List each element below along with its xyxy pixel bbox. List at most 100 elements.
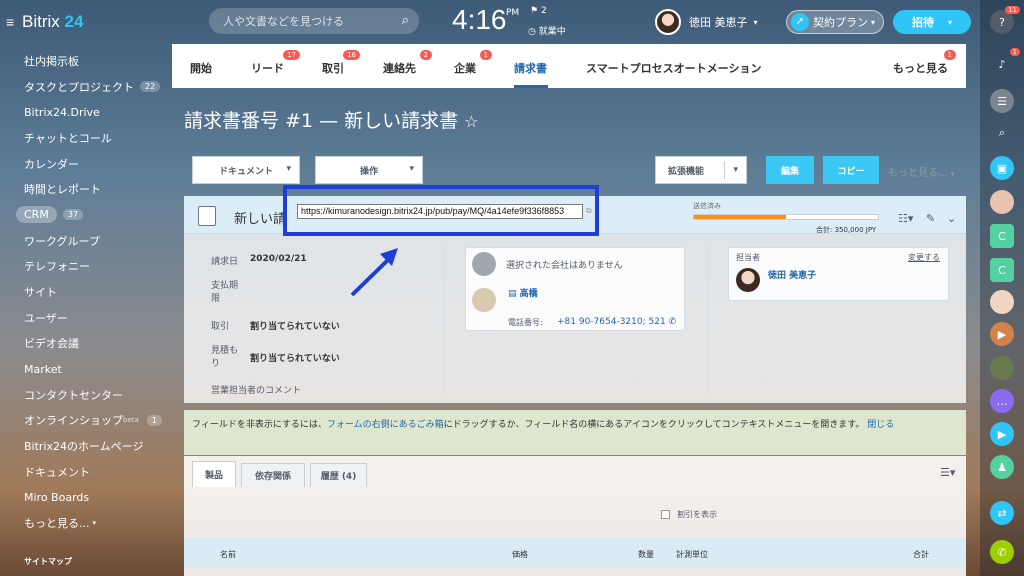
sidebar-item-crm[interactable]: CRM 37 [0,202,172,228]
sidebar-item-tasks[interactable]: タスクとプロジェクト 22 [0,74,172,100]
video-icon[interactable]: ▶ [990,322,1014,346]
sidebar-item-label: CRM [16,206,57,224]
hint-close-link[interactable]: 閉じる [867,420,894,430]
clock[interactable]: 4:16 [452,4,507,36]
tab-dependencies[interactable]: 依存関係 [241,463,305,487]
sidebar-item-label: Miro Boards [24,491,90,505]
sidebar-item-shop[interactable]: オンラインショップ beta 1 [0,408,172,434]
sidebar-item-label: カレンダー [24,157,79,171]
pin-icon[interactable]: ✎ [926,212,935,225]
bell-icon[interactable]: ♪ 1 [990,48,1020,76]
contact-name-link[interactable]: ▤ 高橋 [508,286,538,299]
tab-label: 企業 [454,62,476,75]
extensions-label: 拡張機能 [667,166,704,177]
show-discount-checkbox[interactable] [661,510,670,519]
tab-invoices[interactable]: 請求書 [514,60,547,76]
chevron-down-icon: ▾ [724,161,738,179]
help-badge: 11 [1005,6,1020,14]
camera-icon[interactable]: ▶ [990,422,1014,446]
sidebar-item-homepage[interactable]: Bitrix24のホームページ [0,433,172,459]
messages-icon[interactable]: ☰ [990,89,1014,113]
tab-more[interactable]: もっと見る 1 [893,50,956,76]
flag-counter[interactable]: ⚑ 2 [530,6,547,16]
contact-avatar-icon-3[interactable] [990,356,1014,380]
sidebar-item-time[interactable]: 時間とレポート [0,176,172,202]
sidebar-item-feed[interactable]: 社内掲示板 [0,48,172,74]
sidebar-item-calendar[interactable]: カレンダー [0,151,172,177]
sidebar-item-chat[interactable]: チャットとコール [0,125,172,151]
invoice-title[interactable]: 新しい請 [234,208,286,227]
clock-icon: ◷ [528,27,536,37]
field-value-quote[interactable]: 割り当てられていない [250,351,340,364]
hint-trash-link[interactable]: フォームの右側にあるごみ箱 [327,420,444,430]
edit-button[interactable]: 編集 [766,156,814,184]
sidebar-item-telephony[interactable]: テレフォニー [0,254,172,280]
contact-name: 高橋 [519,289,538,299]
tab-history[interactable]: 履歴 (4) [310,463,367,487]
field-label-comment: 営業担当者のコメント [211,386,302,396]
operation-dropdown[interactable]: 操作 ▾ [315,156,423,184]
user-menu[interactable]: 徳田 美恵子 ▾ [655,8,758,36]
column-total: 合計 [913,550,929,559]
logo[interactable]: ≡ Bitrix 24 [6,12,83,32]
invoice-document-icon [198,206,216,226]
help-icon[interactable]: ? 11 [990,6,1020,34]
search-icon[interactable]: ⌕ [402,13,409,28]
phone-icon[interactable]: ✆ [990,540,1014,564]
no-company-text: 選択された会社はありません [506,261,623,271]
tab-badge: 2 [419,50,432,60]
left-sidebar: 社内掲示板 タスクとプロジェクト 22 Bitrix24.Drive チャットとコ… [0,48,172,536]
change-responsible-link[interactable]: 変更する [908,252,940,263]
contact-avatar-icon[interactable] [990,190,1014,214]
phone-icon: ✆ [668,317,677,327]
extensions-dropdown[interactable]: 拡張機能 ▾ [655,156,747,184]
sidebar-item-market[interactable]: Market [0,356,172,382]
work-status[interactable]: ◷ 就業中 [528,24,566,37]
tab-contacts[interactable]: 連絡先 2 [383,50,432,76]
crm-chat-icon[interactable]: C [990,224,1014,248]
star-icon[interactable]: ☆ [464,112,478,131]
tab-leads[interactable]: リード 17 [251,50,300,76]
tab-deals[interactable]: 取引 16 [322,50,360,76]
sidebar-item-documents[interactable]: ドキュメント [0,459,172,485]
document-dropdown[interactable]: ドキュメント ▾ [192,156,300,184]
sidebar-item-sites[interactable]: サイト [0,279,172,305]
status-progress[interactable] [693,214,879,220]
tab-smart-process[interactable]: スマートプロセスオートメーション [586,60,761,76]
phone-number-link[interactable]: +81 90-7654-3210; 521 ✆ [557,317,676,327]
sidebar-item-workgroups[interactable]: ワークグループ [0,228,172,254]
product-settings-icon[interactable]: ☰▾ [940,466,955,479]
chat-icon[interactable]: … [990,389,1014,413]
menu-icon[interactable]: ≡ [6,14,18,30]
sidebar-item-contact-center[interactable]: コンタクトセンター [0,382,172,408]
tab-products[interactable]: 製品 [192,461,236,487]
sidebar-item-miro[interactable]: Miro Boards [0,485,172,511]
search-icon[interactable]: ⌕ [990,121,1014,145]
copy-button[interactable]: コピー [823,156,879,184]
sidebar-item-video[interactable]: ビデオ会議 [0,331,172,357]
invite-button[interactable]: 招待 ▾ [893,10,971,34]
tab-label: リード [251,62,284,75]
sitemap-link[interactable]: サイトマップ [24,556,72,567]
more-actions-link[interactable]: もっと見る... ▾ [888,164,954,179]
lock-icon[interactable]: ▣ [990,156,1014,180]
status-label: 送信済み [693,202,721,210]
search-input[interactable] [209,8,389,34]
responsible-name[interactable]: 徳田 美恵子 [768,268,816,281]
transfer-icon[interactable]: ⇄ [990,501,1014,525]
tab-companies[interactable]: 企業 1 [454,50,492,76]
sidebar-item-more[interactable]: もっと見る... ▾ [0,510,172,536]
tab-label: 開始 [190,62,212,75]
sidebar-item-drive[interactable]: Bitrix24.Drive [0,99,172,125]
sidebar-item-users[interactable]: ユーザー [0,305,172,331]
list-settings-icon[interactable]: ☷▾ [898,212,913,225]
tab-start[interactable]: 開始 [190,60,212,76]
collapse-icon[interactable]: ⌄ [947,212,956,225]
field-value-deal[interactable]: 割り当てられていない [250,319,340,332]
group-icon[interactable]: ♟ [990,455,1014,479]
plan-button[interactable]: ➚ 契約プラン ▾ [786,10,884,34]
sidebar-item-label: Bitrix24.Drive [24,105,100,119]
contact-avatar-icon-2[interactable] [990,290,1014,314]
field-value-date[interactable]: 2020/02/21 [250,254,307,264]
crm-chat-icon-2[interactable]: C [990,258,1014,282]
